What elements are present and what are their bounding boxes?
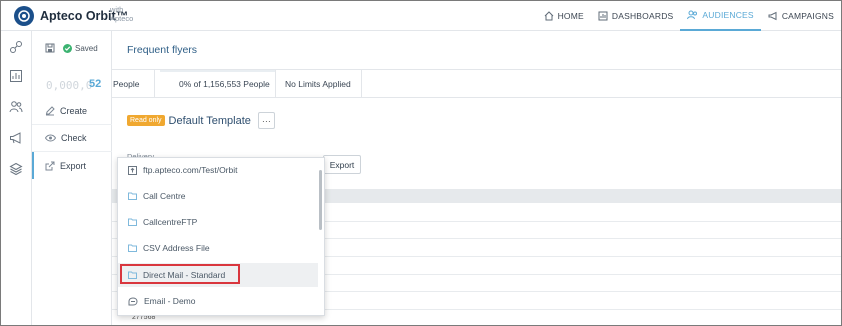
app-with-brand: with Apteco xyxy=(110,5,133,23)
delivery-dropdown: ftp.apteco.com/Test/Orbit Call Centre Ca… xyxy=(117,157,325,316)
highlight-annotation xyxy=(120,264,240,284)
upload-icon xyxy=(128,165,137,175)
save-status: Saved xyxy=(45,43,98,53)
dashboard-icon xyxy=(598,11,608,21)
audience-count: 52 xyxy=(89,78,102,90)
percent-stat: 0% of 1,156,553 People xyxy=(154,70,276,97)
export-icon xyxy=(45,161,55,170)
main-nav: HOME DASHBOARDS AUDIENCES CAMPAIGNS xyxy=(537,1,841,31)
nav-home[interactable]: HOME xyxy=(537,1,591,31)
more-options-button[interactable]: ··· xyxy=(257,112,275,129)
folder-icon xyxy=(128,192,137,200)
nav-campaigns-label: CAMPAIGNS xyxy=(781,11,834,21)
nav-audiences-label: AUDIENCES xyxy=(702,10,754,20)
dropdown-item-label: Call Centre xyxy=(143,191,186,201)
chart-icon[interactable] xyxy=(9,69,23,83)
folder-icon xyxy=(128,218,137,226)
nav-dashboards[interactable]: DASHBOARDS xyxy=(591,1,681,31)
nav-dashboards-label: DASHBOARDS xyxy=(611,11,674,21)
dropdown-item-label: CSV Address File xyxy=(143,243,210,253)
nav-campaigns[interactable]: CAMPAIGNS xyxy=(761,1,841,31)
menu-create-label: Create xyxy=(60,106,88,116)
dropdown-item[interactable]: ftp.apteco.com/Test/Orbit xyxy=(118,158,318,182)
people-icon xyxy=(687,10,698,20)
limits-stat[interactable]: No Limits Applied xyxy=(276,70,362,97)
menu-export[interactable]: Export xyxy=(32,152,112,179)
layers-icon[interactable] xyxy=(9,162,23,176)
check-circle-icon xyxy=(63,43,72,53)
menu-create[interactable]: Create xyxy=(32,98,112,125)
eye-icon xyxy=(45,134,56,142)
home-icon xyxy=(544,11,553,21)
dropdown-item[interactable]: CallcentreFTP xyxy=(118,210,318,234)
email-icon xyxy=(128,296,138,305)
audience-title[interactable]: Frequent flyers xyxy=(127,44,197,56)
template-name: Default Template xyxy=(168,114,251,127)
dropdown-item-label: CallcentreFTP xyxy=(143,217,198,227)
dropdown-item[interactable]: CSV Address File xyxy=(118,236,318,260)
menu-check-label: Check xyxy=(61,133,87,143)
menu-export-label: Export xyxy=(60,160,87,171)
brand-label: Apteco xyxy=(110,14,134,23)
folder-icon xyxy=(128,244,137,252)
audience-stats-bar: People 0% of 1,156,553 People No Limits … xyxy=(112,69,841,98)
dropdown-item-label: ftp.apteco.com/Test/Orbit xyxy=(143,165,238,175)
nav-home-label: HOME xyxy=(557,11,584,21)
orbit-logo-icon xyxy=(14,6,34,26)
link-icon[interactable] xyxy=(9,40,23,54)
count-placeholder-digits: 0,000,0 xyxy=(46,79,93,92)
people-icon[interactable] xyxy=(9,100,23,114)
edit-icon xyxy=(45,106,55,116)
icon-rail xyxy=(1,31,32,325)
with-label: with xyxy=(110,5,124,14)
save-icon[interactable] xyxy=(45,43,55,53)
template-row: Read only Default Template ··· xyxy=(127,112,275,129)
people-label: People xyxy=(113,78,140,89)
dropdown-item[interactable]: Call Centre xyxy=(118,184,318,208)
read-only-badge: Read only xyxy=(127,115,165,126)
nav-audiences[interactable]: AUDIENCES xyxy=(680,1,761,31)
top-bar: Apteco Orbit™ with Apteco HOME DASHBOARD… xyxy=(1,1,841,31)
menu-check[interactable]: Check xyxy=(32,125,112,152)
audience-sidebar: Saved 0,000,0 52 Create Check Export xyxy=(32,31,112,325)
dropdown-item[interactable]: Email - Demo xyxy=(118,289,318,313)
dropdown-item-label: Email - Demo xyxy=(144,296,196,306)
app-window: Apteco Orbit™ with Apteco HOME DASHBOARD… xyxy=(0,0,842,326)
export-button[interactable]: Export xyxy=(323,155,361,174)
dropdown-scrollbar[interactable] xyxy=(319,170,322,230)
megaphone-icon xyxy=(768,11,777,21)
saved-label: Saved xyxy=(75,43,98,53)
megaphone-icon[interactable] xyxy=(9,131,23,145)
